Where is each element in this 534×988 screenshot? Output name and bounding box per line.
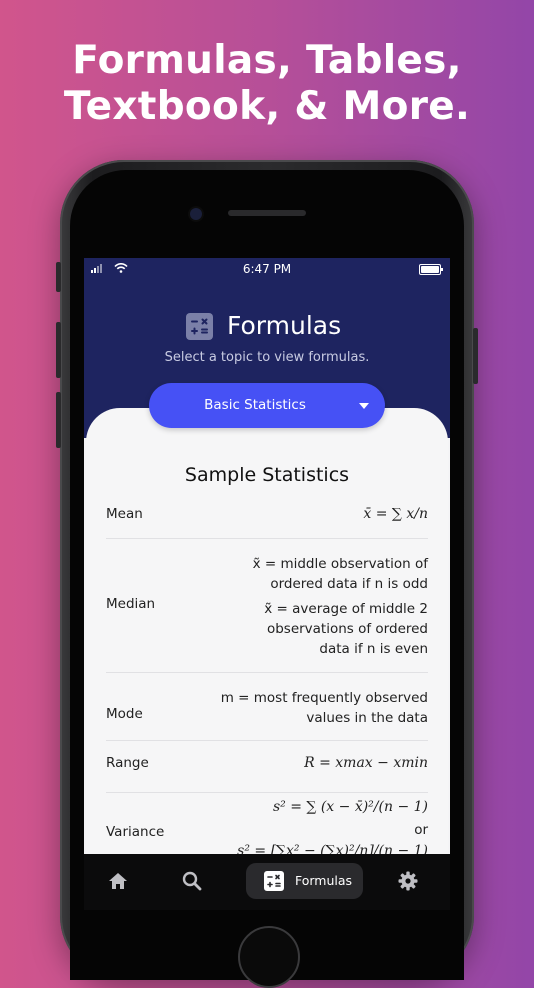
formula-line: s² = ∑ (x − x̄)²/(n − 1) [272,799,428,815]
tab-formulas[interactable]: Formulas [246,863,363,899]
front-camera [190,208,202,220]
formula-value: R = xmax − xmin [304,755,428,771]
formula-name: Mode [106,706,143,722]
formula-line: ordered data if n is odd [270,576,428,592]
calculator-icon [264,871,284,891]
home-icon[interactable] [107,870,129,892]
row-divider [106,538,428,539]
status-bar: 6:47 PM [84,258,450,280]
promo-headline: Formulas, Tables, Textbook, & More. [0,38,534,130]
formula-line: observations of ordered [266,621,428,637]
formula-name: Mean [106,506,143,522]
formula-line: values in the data [306,710,428,726]
row-divider [106,672,428,673]
chevron-down-icon [359,403,369,409]
topic-dropdown[interactable]: Basic Statistics [149,383,385,428]
row-divider [106,792,428,793]
search-icon[interactable] [181,870,203,892]
earpiece-speaker [228,210,306,216]
promo-headline-line2: Textbook, & More. [63,84,471,129]
formula-card: Sample Statistics Mean x̄ = ∑ x/n Median… [86,408,448,910]
formula-value: x̄ = ∑ x/n [363,506,428,522]
formula-value: x̃ = middle observation of ordered data … [253,554,428,659]
formula-value: s² = ∑ (x − x̄)²/(n − 1) or s² = [∑x² − … [237,796,428,862]
page-subtitle: Select a topic to view formulas. [164,350,370,365]
formula-row-median: Median x̃ = middle observation of ordere… [106,554,428,664]
app-screen: 6:47 PM Formulas Select a topic to view … [84,258,450,910]
phone-power-button [473,328,478,384]
battery-icon [419,264,443,275]
phone-volume-up [56,322,61,378]
formula-value: m = most frequently observed values in t… [221,688,428,728]
topic-dropdown-label: Basic Statistics [204,397,306,413]
phone-mute-switch [56,262,61,292]
home-button [238,926,300,988]
page-title: Formulas [227,311,342,340]
formula-line: x̃ = average of middle 2 [264,601,428,617]
formula-line: x̃ = middle observation of [252,556,428,572]
formula-row-mean: Mean x̄ = ∑ x/n [106,506,428,528]
formula-line: m = most frequently observed [220,690,428,706]
promo-headline-line1: Formulas, Tables, [72,38,462,83]
phone-volume-down [56,392,61,448]
formula-line: data if n is even [319,641,428,657]
bottom-tab-bar: Formulas [84,854,450,910]
calculator-icon [186,313,213,340]
formula-name: Range [106,755,149,771]
gear-icon[interactable] [397,870,419,892]
tab-formulas-label: Formulas [295,873,353,888]
formula-row-range: Range R = xmax − xmin [106,755,428,777]
formula-row-mode: Mode m = most frequently observed values… [106,688,428,732]
status-time: 6:47 PM [242,262,292,276]
formula-line: or [414,822,428,838]
section-title: Sample Statistics [184,464,350,486]
formula-name: Variance [106,824,165,840]
row-divider [106,740,428,741]
formula-name: Median [106,596,156,612]
